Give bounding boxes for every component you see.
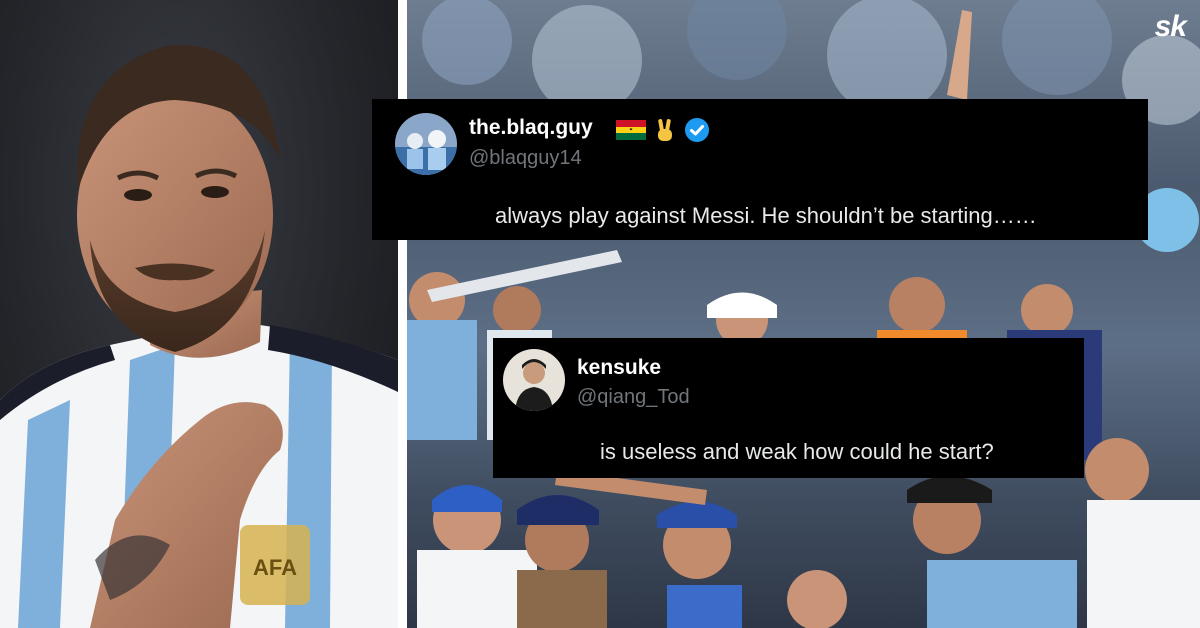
crowd-photo: sk: [407, 0, 1200, 628]
avatar: [503, 349, 565, 411]
composite-graphic: AFA sk the.blaq.guy @blaqguy14 always pl…: [0, 0, 1200, 628]
svg-text:AFA: AFA: [253, 555, 297, 580]
panel-divider: [398, 0, 407, 628]
tweet-text: is useless and weak how could he start?: [600, 439, 994, 464]
tweet-card: kensuke @qiang_Tod is useless and weak h…: [493, 338, 1084, 478]
display-name: kensuke: [577, 356, 662, 379]
verified-badge-icon: [685, 118, 709, 142]
avatar: [395, 113, 457, 175]
user-handle: @qiang_Tod: [577, 386, 690, 408]
user-handle: @blaqguy14: [469, 147, 582, 169]
tweet-text: always play against Messi. He shouldn’t …: [495, 203, 1037, 228]
player-portrait-photo: AFA: [0, 0, 398, 628]
tweet-card: the.blaq.guy @blaqguy14 always play agai…: [372, 99, 1148, 240]
display-name: the.blaq.guy: [469, 116, 593, 139]
player-portrait-illustration: AFA: [0, 44, 398, 628]
victory-hand-icon: [658, 119, 672, 141]
brand-logo: sk: [1154, 10, 1187, 43]
ghana-flag-icon: [616, 120, 646, 140]
name-badges: [616, 117, 710, 143]
crowd-illustration: [407, 0, 1200, 628]
